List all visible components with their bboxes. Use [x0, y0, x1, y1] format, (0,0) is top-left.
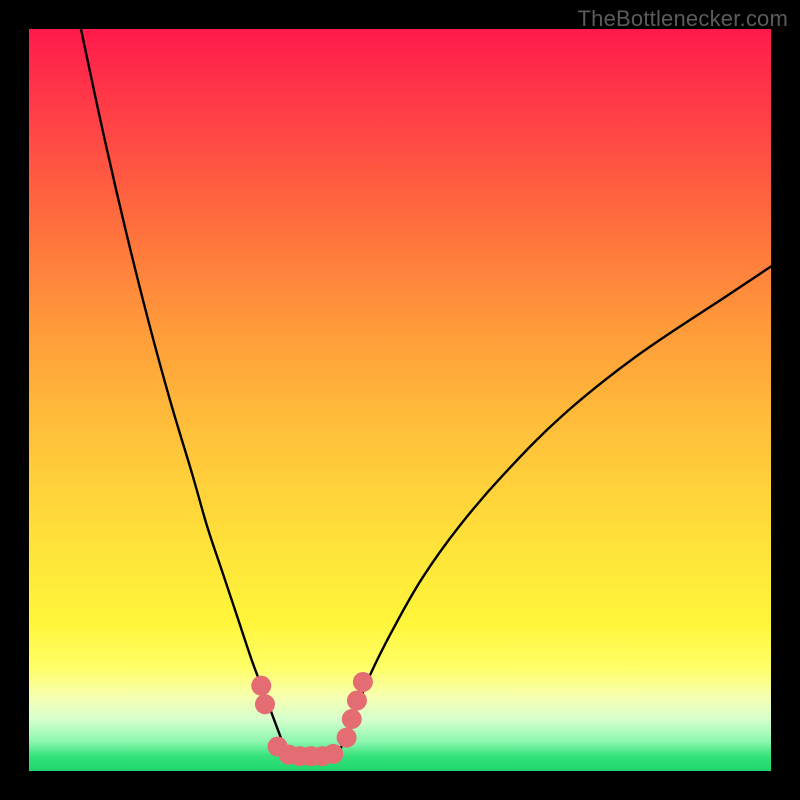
plot-area — [29, 29, 771, 771]
marker-point — [347, 691, 367, 711]
marker-point — [323, 744, 343, 764]
marker-point — [353, 672, 373, 692]
marker-point — [342, 709, 362, 729]
chart-frame: TheBottlenecker.com — [0, 0, 800, 800]
curve-left-curve — [81, 29, 285, 749]
marker-point — [337, 728, 357, 748]
curve-right-curve — [341, 266, 771, 748]
marker-point — [251, 676, 271, 696]
marker-point — [255, 694, 275, 714]
chart-svg — [29, 29, 771, 771]
